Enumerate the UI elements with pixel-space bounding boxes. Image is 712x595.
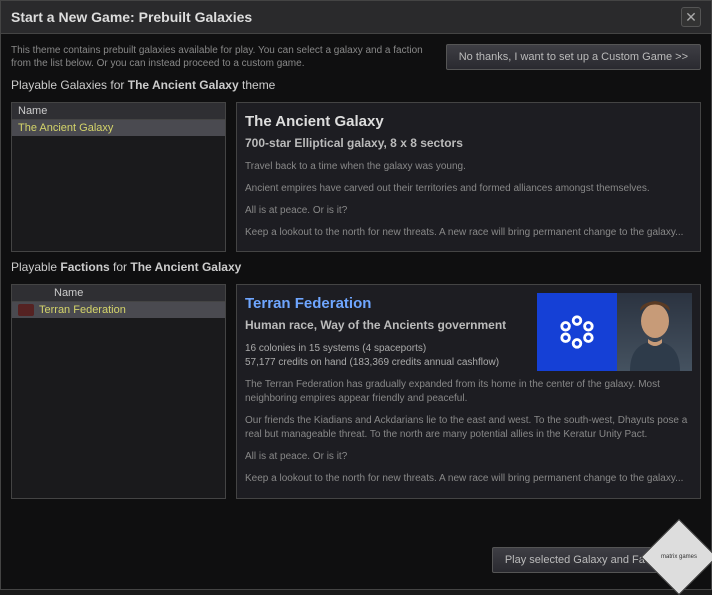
faction-stat: 16 colonies in 15 systems (4 spaceports): [245, 342, 527, 356]
content-area: This theme contains prebuilt galaxies av…: [1, 34, 711, 589]
faction-leader-portrait: [617, 293, 692, 371]
galaxy-detail-title: The Ancient Galaxy: [245, 111, 692, 132]
faction-para: Keep a lookout to the north for new thre…: [245, 472, 692, 486]
faction-flag-icon: [18, 304, 34, 316]
galaxy-para: All is at peace. Or is it?: [245, 204, 692, 218]
flag-emblem-icon: [558, 313, 596, 351]
factions-list-header: Name: [12, 285, 225, 302]
faction-para: All is at peace. Or is it?: [245, 450, 692, 464]
faction-stat: 57,177 credits on hand (183,369 credits …: [245, 356, 527, 370]
galaxy-name: The Ancient Galaxy: [18, 122, 113, 134]
faction-name: Terran Federation: [39, 304, 126, 316]
galaxies-list-header: Name: [12, 103, 225, 120]
faction-para: The Terran Federation has gradually expa…: [245, 378, 692, 406]
close-button[interactable]: ✕: [681, 7, 701, 27]
faction-detail-title: Terran Federation: [245, 293, 527, 314]
leader-avatar-icon: [620, 293, 690, 371]
factions-list-panel: Name Terran Federation: [11, 284, 226, 499]
galaxy-list-item[interactable]: The Ancient Galaxy: [12, 120, 225, 136]
galaxies-list-panel: Name The Ancient Galaxy: [11, 102, 226, 252]
faction-para: Our friends the Kiadians and Ackdarians …: [245, 414, 692, 442]
galaxy-para: Travel back to a time when the galaxy wa…: [245, 160, 692, 174]
faction-header-block: Terran Federation Human race, Way of the…: [245, 293, 527, 370]
faction-portrait: [537, 293, 692, 371]
galaxies-list-body: The Ancient Galaxy: [12, 120, 225, 251]
faction-detail-panel: Terran Federation Human race, Way of the…: [236, 284, 701, 499]
galaxy-para: Ancient empires have carved out their te…: [245, 182, 692, 196]
galaxies-row: Name The Ancient Galaxy The Ancient Gala…: [11, 102, 701, 252]
intro-row: This theme contains prebuilt galaxies av…: [11, 44, 701, 70]
galaxy-detail-panel: The Ancient Galaxy 700-star Elliptical g…: [236, 102, 701, 252]
galaxy-para: Keep a lookout to the north for new thre…: [245, 226, 692, 240]
galaxy-detail-subtitle: 700-star Elliptical galaxy, 8 x 8 sector…: [245, 135, 692, 152]
footer-button-row: Play selected Galaxy and Faction >>: [11, 541, 701, 579]
dialog-window: Start a New Game: Prebuilt Galaxies ✕ Th…: [0, 0, 712, 590]
custom-game-button[interactable]: No thanks, I want to set up a Custom Gam…: [446, 44, 701, 70]
window-title: Start a New Game: Prebuilt Galaxies: [11, 9, 252, 25]
factions-list-body: Terran Federation: [12, 302, 225, 498]
factions-section-label: Playable Factions for The Ancient Galaxy: [11, 260, 701, 274]
galaxies-section-label: Playable Galaxies for The Ancient Galaxy…: [11, 78, 701, 92]
intro-text: This theme contains prebuilt galaxies av…: [11, 44, 436, 70]
close-icon: ✕: [685, 9, 697, 26]
faction-list-item[interactable]: Terran Federation: [12, 302, 225, 318]
faction-detail-subtitle: Human race, Way of the Ancients governme…: [245, 317, 527, 334]
faction-flag: [537, 293, 617, 371]
factions-row: Name Terran Federation: [11, 284, 701, 499]
titlebar: Start a New Game: Prebuilt Galaxies ✕: [1, 1, 711, 34]
